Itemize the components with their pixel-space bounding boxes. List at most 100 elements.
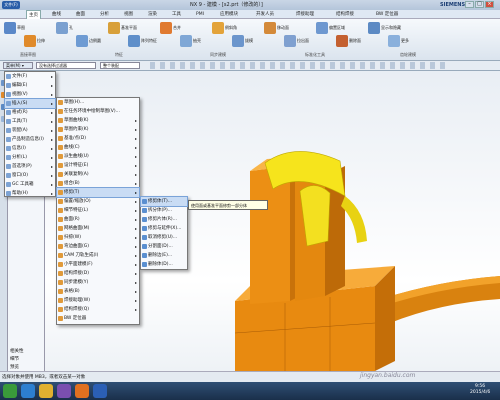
- nx-taskbar-icon[interactable]: [75, 384, 89, 398]
- main-menu-item-5[interactable]: 工具(T) ▸: [5, 117, 55, 126]
- main-menu-item-7[interactable]: 产品制造信息(I) ▸: [5, 135, 55, 144]
- trim-menu-item-6[interactable]: 删除边(E)...: [141, 251, 187, 260]
- tab-11[interactable]: 焊接助理: [294, 10, 316, 19]
- insert-menu-item-7[interactable]: 设计特征(E) ▸: [57, 161, 139, 170]
- insert-menu-item-4[interactable]: 基准/点(D) ▸: [57, 134, 139, 143]
- maximize-button[interactable]: □: [475, 1, 484, 8]
- main-menu-item-6[interactable]: 装配(A) ▸: [5, 126, 55, 135]
- insert-menu-item-11[interactable]: 偏置/缩放(O) ▸: [57, 197, 139, 206]
- tab-9[interactable]: 应用模块: [218, 10, 240, 19]
- insert-menu-item-18[interactable]: 小平面建模(F) ▸: [57, 260, 139, 269]
- ribbon-8-label: 倒斜角: [225, 25, 237, 30]
- insert-menu-item-9[interactable]: 组合(B) ▸: [57, 179, 139, 188]
- insert-menu-item-24[interactable]: BW 定位器: [57, 314, 139, 323]
- insert-menu-item-14[interactable]: 网格曲面(M) ▸: [57, 224, 139, 233]
- main-menu-item-13[interactable]: 帮助(H) ▸: [5, 189, 55, 198]
- main-menu-item-11[interactable]: 窗口(O) ▸: [5, 171, 55, 180]
- insert-menu-item-0[interactable]: 草图(H)...: [57, 98, 139, 107]
- insert-menu-item-22[interactable]: 焊接助理(W) ▸: [57, 296, 139, 305]
- insert-menu-item-3[interactable]: 草图约束(K) ▸: [57, 125, 139, 134]
- ribbon-5-icon[interactable]: [128, 35, 140, 47]
- ribbon-7-icon[interactable]: [180, 35, 192, 47]
- tab-8[interactable]: PMI: [194, 10, 206, 19]
- trim-menu-item-1[interactable]: 拆分体(P)...: [141, 206, 187, 215]
- insert-menu-item-21[interactable]: 表格(B) ▸: [57, 287, 139, 296]
- menu-button[interactable]: 菜单(M) ▾: [3, 62, 33, 69]
- tab-4[interactable]: 分析: [98, 10, 111, 19]
- submenu-arrow-icon: ▸: [50, 164, 53, 169]
- type-filter-select[interactable]: 没有选择过滤器: [36, 62, 96, 69]
- ribbon-6-icon[interactable]: [160, 22, 172, 34]
- trim-menu-item-7[interactable]: 删除体(D)...: [141, 260, 187, 269]
- main-menu-item-12[interactable]: GC 工具箱 ▸: [5, 180, 55, 189]
- ribbon-15-icon[interactable]: [388, 35, 400, 47]
- close-button[interactable]: ×: [485, 1, 494, 8]
- ribbon-13-icon[interactable]: [336, 35, 348, 47]
- insert-menu-item-10[interactable]: 修剪(T) ▸: [56, 187, 140, 198]
- main-menu-item-9[interactable]: 分析(L) ▸: [5, 153, 55, 162]
- trim-menu-item-0[interactable]: 修剪体(T)...: [140, 196, 188, 207]
- tab-10[interactable]: 开发人员: [254, 10, 276, 19]
- ie-taskbar-icon[interactable]: [21, 384, 35, 398]
- main-menu-item-0[interactable]: 文件(F) ▸: [5, 72, 55, 81]
- insert-menu-item-23[interactable]: 结构焊接(Q) ▸: [57, 305, 139, 314]
- app-menu-button[interactable]: 文件(F): [2, 1, 20, 9]
- submenu-arrow-icon: ▸: [134, 127, 137, 132]
- trim-menu-item-3[interactable]: 修剪与延伸(X)...: [141, 224, 187, 233]
- tab-1[interactable]: 主页: [26, 10, 41, 19]
- main-menu-item-8[interactable]: 信息(I) ▸: [5, 144, 55, 153]
- insert-menu-item-15[interactable]: 扫掠(W) ▸: [57, 233, 139, 242]
- main-menu-item-1[interactable]: 编辑(E) ▸: [5, 81, 55, 90]
- nav-preview[interactable]: 预览: [10, 364, 19, 370]
- ribbon-14-icon[interactable]: [368, 22, 380, 34]
- insert-menu-item-1[interactable]: 在任务环境中绘制草图(V)...: [57, 107, 139, 116]
- tab-12[interactable]: 结构焊接: [334, 10, 356, 19]
- ribbon-2-icon[interactable]: [56, 22, 68, 34]
- ribbon-3-icon[interactable]: [76, 35, 88, 47]
- ribbon-9-icon[interactable]: [232, 35, 244, 47]
- ribbon-0-icon[interactable]: [4, 22, 16, 34]
- insert-menu-item-19[interactable]: 结构焊接(D) ▸: [57, 269, 139, 278]
- trim-menu-item-2[interactable]: 修剪片体(R)...: [141, 215, 187, 224]
- nav-details[interactable]: 细节: [10, 356, 19, 362]
- main-menu-item-2[interactable]: 视图(V) ▸: [5, 90, 55, 99]
- insert-menu-item-5[interactable]: 曲线(C) ▸: [57, 143, 139, 152]
- tab-2[interactable]: 曲线: [50, 10, 63, 19]
- ribbon-0-label: 草图: [17, 25, 25, 30]
- tab-3[interactable]: 曲面: [74, 10, 87, 19]
- ribbon-12-icon[interactable]: [316, 22, 328, 34]
- trim-menu-item-4[interactable]: 取消修剪(U)...: [141, 233, 187, 242]
- main-menu-item-3[interactable]: 插入(S) ▸: [4, 98, 56, 109]
- tab-6[interactable]: 渲染: [146, 10, 159, 19]
- ribbon-1-icon[interactable]: [24, 35, 36, 47]
- trim-menu-item-5[interactable]: 分割面(D)...: [141, 242, 187, 251]
- tab-13[interactable]: BW 定位器: [374, 10, 400, 19]
- ribbon-7-label: 抽壳: [193, 38, 201, 43]
- insert-menu-item-6[interactable]: 派生曲线(U) ▸: [57, 152, 139, 161]
- insert-menu-item-8[interactable]: 关联复制(A) ▸: [57, 170, 139, 179]
- ribbon-10-icon[interactable]: [264, 22, 276, 34]
- media-taskbar-icon[interactable]: [57, 384, 71, 398]
- submenu-arrow-icon: ▸: [134, 235, 137, 240]
- system-clock[interactable]: 9:56 2015/4/6: [470, 384, 490, 396]
- explorer-taskbar-icon[interactable]: [39, 384, 53, 398]
- scope-select[interactable]: 整个装配: [100, 62, 140, 69]
- insert-menu-item-20[interactable]: 同步建模(Y) ▸: [57, 278, 139, 287]
- ribbon-4-icon[interactable]: [108, 22, 120, 34]
- tab-7[interactable]: 工具: [170, 10, 183, 19]
- insert-menu-item-2[interactable]: 草图曲线(K) ▸: [57, 116, 139, 125]
- ribbon-11-icon[interactable]: [284, 35, 296, 47]
- ribbon-8-icon[interactable]: [212, 22, 224, 34]
- insert-menu-item-16[interactable]: 弯边曲面(G) ▸: [57, 242, 139, 251]
- word-taskbar-icon[interactable]: [93, 384, 107, 398]
- insert-menu-item-13[interactable]: 曲面(R) ▸: [57, 215, 139, 224]
- main-menu-item-4[interactable]: 格式(R) ▸: [5, 108, 55, 117]
- tab-5[interactable]: 视图: [122, 10, 135, 19]
- minimize-button[interactable]: –: [465, 1, 474, 8]
- nav-dependencies[interactable]: 相关性: [10, 348, 24, 354]
- insert-menu-item-12[interactable]: 细节特征(L) ▸: [57, 206, 139, 215]
- start-taskbar-icon[interactable]: [3, 384, 17, 398]
- main-menu-item-10[interactable]: 首选项(P) ▸: [5, 162, 55, 171]
- selection-toolbar-icons[interactable]: [150, 62, 450, 69]
- insert-menu-item-17[interactable]: CAM 刀轨生成(I) ▸: [57, 251, 139, 260]
